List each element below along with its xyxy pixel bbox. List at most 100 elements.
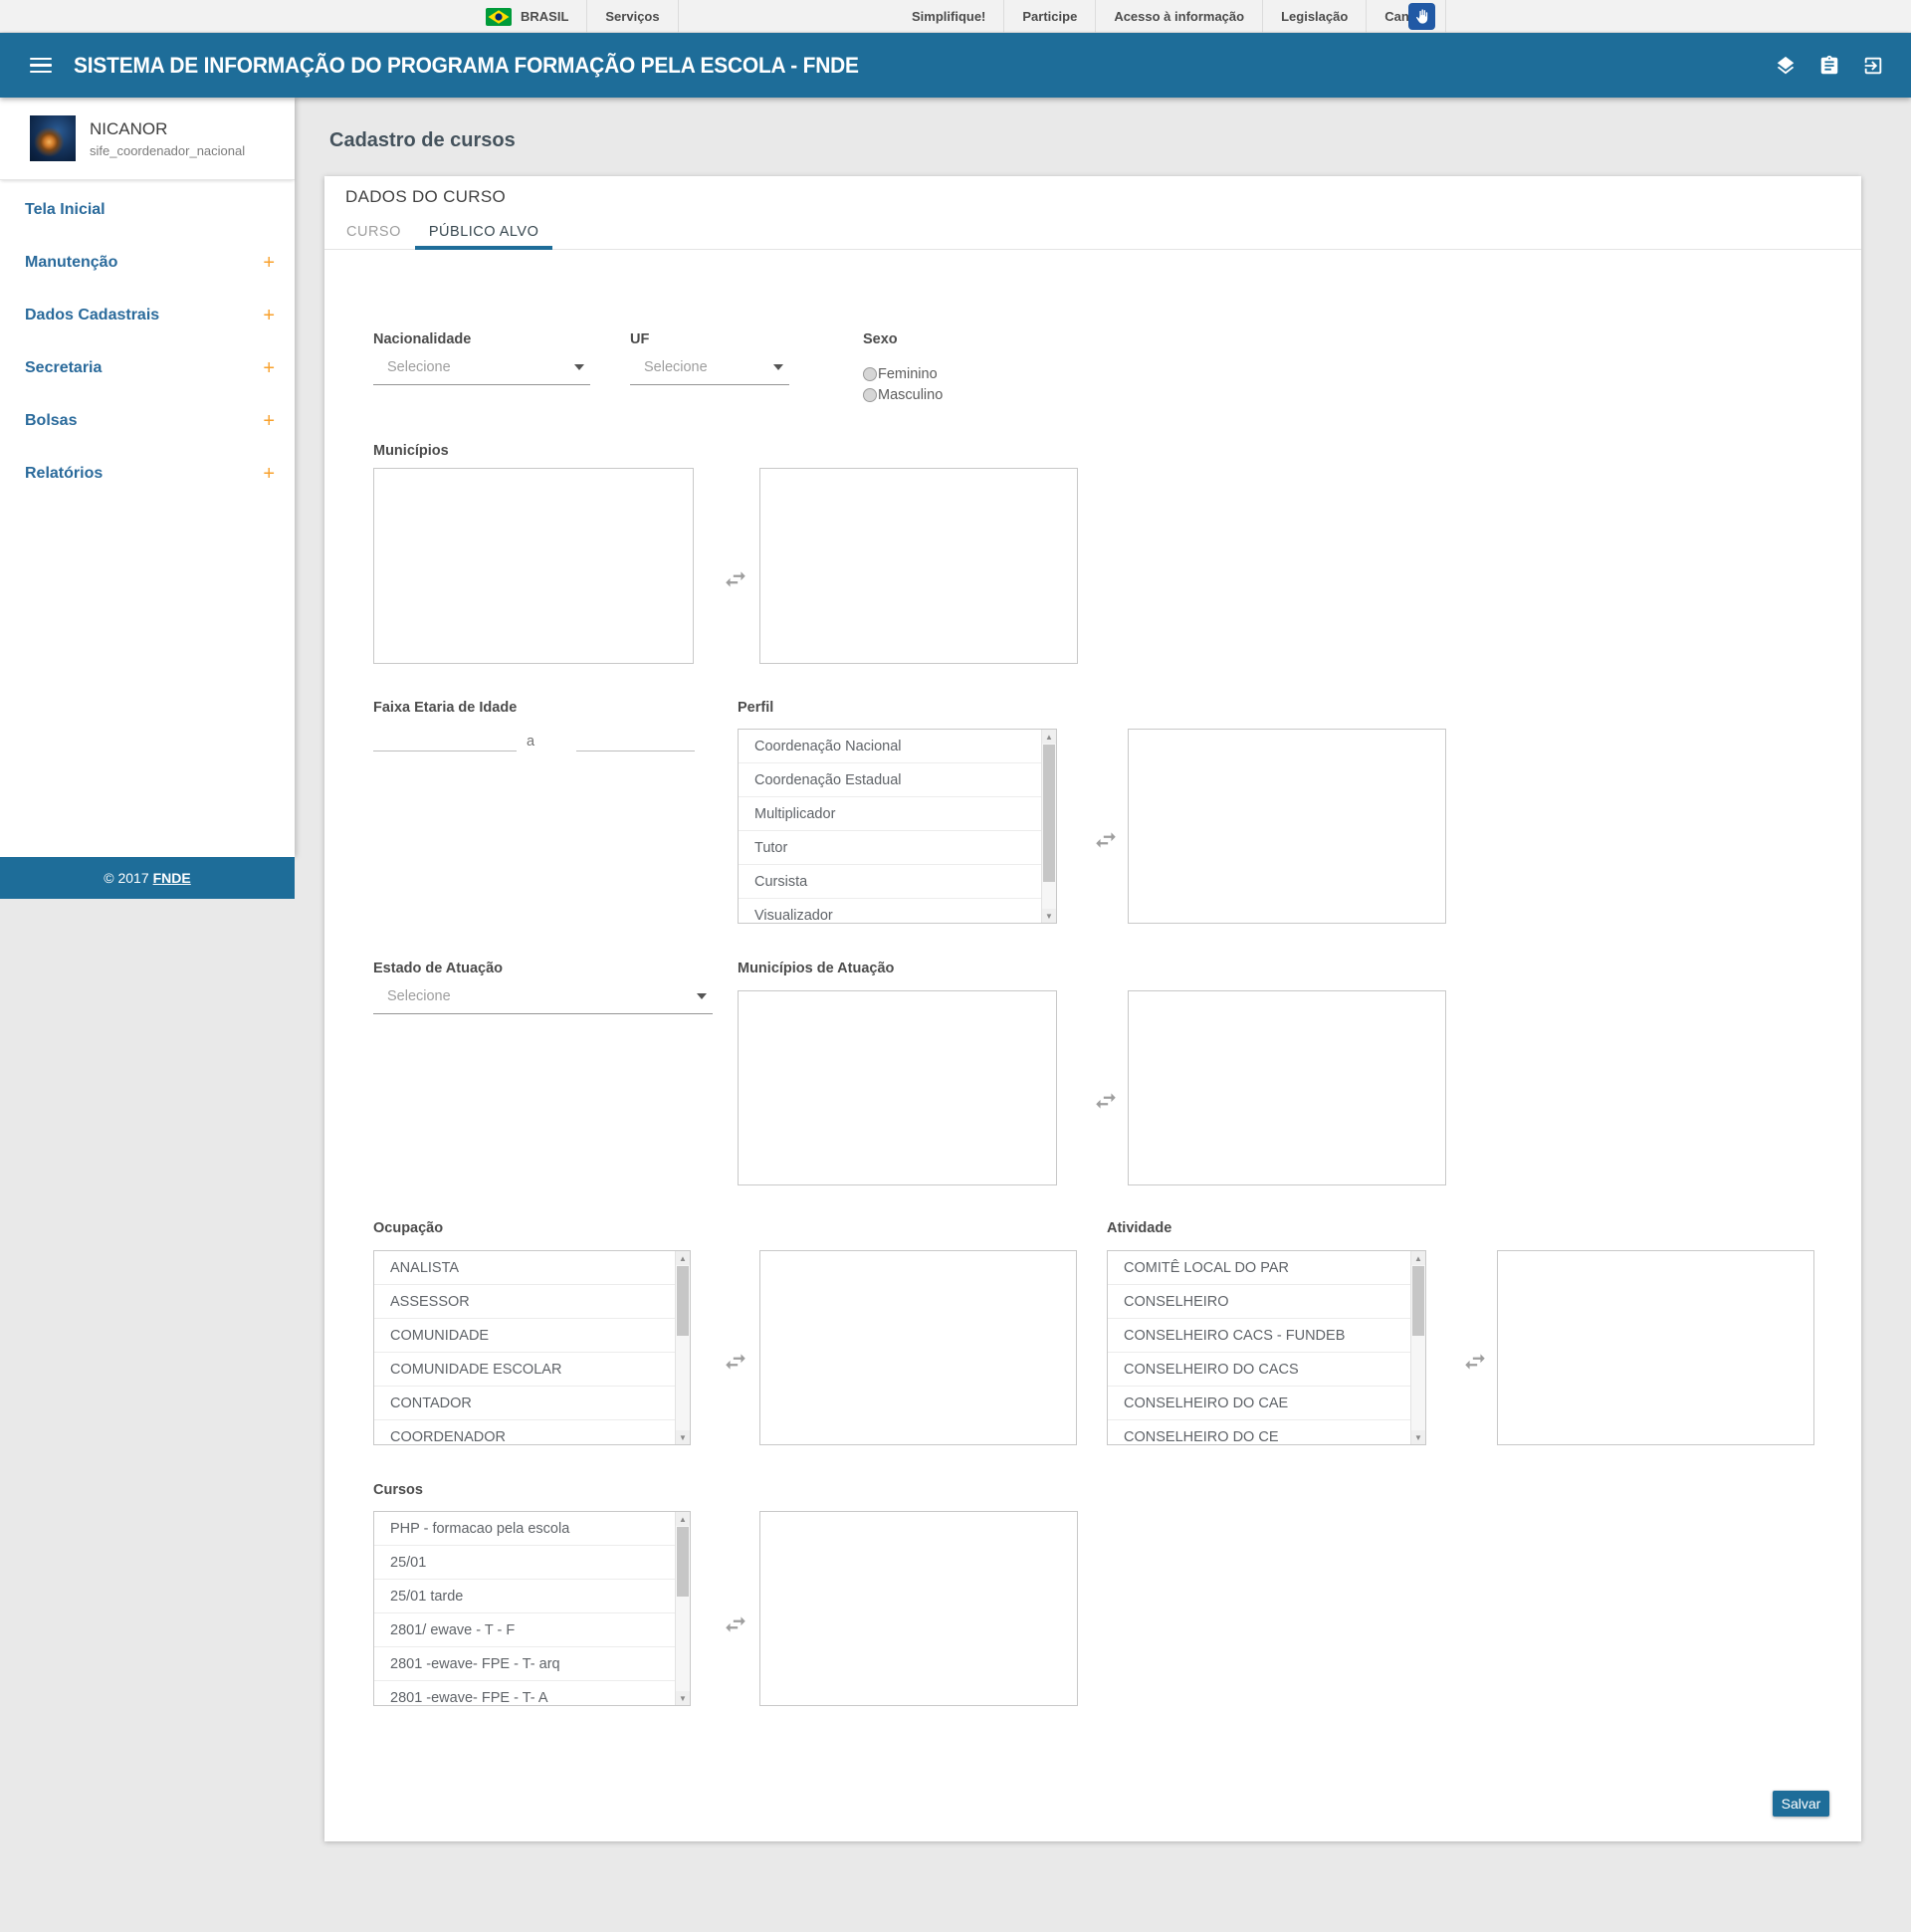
perfil-option[interactable]: Coordenação Nacional (739, 730, 1041, 763)
scroll-up-icon[interactable]: ▲ (1042, 730, 1056, 744)
swap-horiz-icon[interactable] (723, 1349, 748, 1375)
municipios-source-listbox[interactable] (373, 468, 694, 664)
plus-icon[interactable]: + (263, 411, 275, 431)
idade-min-input[interactable] (373, 726, 517, 751)
gov-link[interactable]: Legislação (1263, 0, 1367, 33)
cursos-source-listbox[interactable]: PHP - formacao pela escola25/0125/01 tar… (373, 1511, 691, 1706)
tab-curso[interactable]: CURSO (332, 214, 415, 249)
estado-atuacao-select[interactable]: Selecione (373, 985, 713, 1014)
menu-icon[interactable] (30, 54, 52, 78)
tab-publico-alvo[interactable]: PÚBLICO ALVO (415, 214, 553, 249)
swap-horiz-icon[interactable] (723, 566, 748, 592)
radio-icon[interactable] (863, 367, 877, 381)
ocupacao-option[interactable]: COORDENADOR (374, 1420, 675, 1444)
ocupacao-option[interactable]: COMUNIDADE (374, 1319, 675, 1353)
curso-option[interactable]: 2801 -ewave- FPE - T- A (374, 1681, 675, 1705)
swap-horiz-icon[interactable] (1093, 827, 1119, 853)
user-panel: NICANOR sife_coordenador_nacional (0, 98, 295, 180)
curso-option[interactable]: 2801 -ewave- FPE - T- arq (374, 1647, 675, 1681)
gov-bar: BRASIL Serviços Simplifique! Participe A… (0, 0, 1911, 33)
scroll-thumb[interactable] (677, 1266, 689, 1336)
plus-icon[interactable]: + (263, 253, 275, 273)
ocupacao-target-listbox[interactable] (759, 1250, 1077, 1445)
curso-option[interactable]: 25/01 tarde (374, 1580, 675, 1613)
swap-horiz-icon[interactable] (1093, 1088, 1119, 1114)
sidebar-item[interactable]: Manutenção + (0, 236, 295, 289)
perfil-option[interactable]: Visualizador (739, 899, 1041, 923)
atividade-option[interactable]: CONSELHEIRO CACS - FUNDEB (1108, 1319, 1410, 1353)
fnde-link[interactable]: FNDE (153, 870, 191, 886)
ocupacao-option[interactable]: ASSESSOR (374, 1285, 675, 1319)
uf-select[interactable]: Selecione (630, 356, 789, 385)
sidebar-item[interactable]: Dados Cadastrais + (0, 289, 295, 341)
perfil-source-listbox[interactable]: Coordenação NacionalCoordenação Estadual… (738, 729, 1057, 924)
atividade-option[interactable]: COMITÊ LOCAL DO PAR (1108, 1251, 1410, 1285)
scroll-down-icon[interactable]: ▼ (1411, 1430, 1425, 1444)
scroll-thumb[interactable] (1412, 1266, 1424, 1336)
ocupacao-option[interactable]: COMUNIDADE ESCOLAR (374, 1353, 675, 1387)
vlibras-accessibility-icon[interactable] (1408, 3, 1435, 30)
sidebar-item[interactable]: Secretaria + (0, 341, 295, 394)
perfil-option[interactable]: Coordenação Estadual (739, 763, 1041, 797)
save-button[interactable]: Salvar (1773, 1791, 1829, 1817)
clipboard-icon[interactable] (1818, 55, 1840, 77)
scrollbar[interactable]: ▲ ▼ (675, 1512, 690, 1705)
scroll-down-icon[interactable]: ▼ (1042, 909, 1056, 923)
atividade-target-listbox[interactable] (1497, 1250, 1814, 1445)
atividade-option[interactable]: CONSELHEIRO DO CE (1108, 1420, 1410, 1444)
curso-option[interactable]: 25/01 (374, 1546, 675, 1580)
scrollbar[interactable]: ▲ ▼ (1041, 730, 1056, 923)
gov-link[interactable]: Acesso à informação (1096, 0, 1263, 33)
scroll-up-icon[interactable]: ▲ (676, 1512, 690, 1526)
brasil-gov-link[interactable]: BRASIL (468, 0, 587, 33)
perfil-option[interactable]: Cursista (739, 865, 1041, 899)
swap-horiz-icon[interactable] (1462, 1349, 1488, 1375)
plus-icon[interactable]: + (263, 306, 275, 325)
scroll-down-icon[interactable]: ▼ (676, 1691, 690, 1705)
radio-masculino[interactable]: Masculino (863, 387, 943, 403)
sidebar-item[interactable]: Tela Inicial (0, 183, 295, 236)
plus-icon[interactable]: + (263, 464, 275, 484)
scrollbar[interactable]: ▲ ▼ (1410, 1251, 1425, 1444)
ocupacao-label: Ocupação (373, 1220, 443, 1236)
logout-icon[interactable] (1862, 55, 1884, 77)
atividade-option[interactable]: CONSELHEIRO (1108, 1285, 1410, 1319)
curso-option[interactable]: PHP - formacao pela escola (374, 1512, 675, 1546)
scroll-up-icon[interactable]: ▲ (676, 1251, 690, 1265)
scroll-thumb[interactable] (677, 1527, 689, 1597)
scrollbar[interactable]: ▲ ▼ (675, 1251, 690, 1444)
ocupacao-option[interactable]: CONTADOR (374, 1387, 675, 1420)
layers-icon[interactable] (1775, 55, 1797, 77)
scroll-up-icon[interactable]: ▲ (1411, 1251, 1425, 1265)
nacionalidade-select[interactable]: Selecione (373, 356, 590, 385)
ocupacao-source-listbox[interactable]: ANALISTAASSESSORCOMUNIDADECOMUNIDADE ESC… (373, 1250, 691, 1445)
gov-link[interactable]: Participe (1004, 0, 1096, 33)
sexo-label: Sexo (863, 331, 943, 347)
atividade-source-listbox[interactable]: COMITÊ LOCAL DO PARCONSELHEIROCONSELHEIR… (1107, 1250, 1426, 1445)
gov-link[interactable]: Simplifique! (894, 0, 1004, 33)
scroll-thumb[interactable] (1043, 745, 1055, 882)
swap-horiz-icon[interactable] (723, 1611, 748, 1637)
municipios-atuacao-source-listbox[interactable] (738, 990, 1057, 1185)
sidebar-item[interactable]: Bolsas + (0, 394, 295, 447)
plus-icon[interactable]: + (263, 358, 275, 378)
atividade-option[interactable]: CONSELHEIRO DO CACS (1108, 1353, 1410, 1387)
municipios-target-listbox[interactable] (759, 468, 1078, 664)
atividade-option[interactable]: CONSELHEIRO DO CAE (1108, 1387, 1410, 1420)
ocupacao-option[interactable]: ANALISTA (374, 1251, 675, 1285)
idade-max-input[interactable] (576, 726, 695, 751)
curso-option[interactable]: 2801/ ewave - T - F (374, 1613, 675, 1647)
scroll-down-icon[interactable]: ▼ (676, 1430, 690, 1444)
perfil-option[interactable]: Tutor (739, 831, 1041, 865)
cursos-target-listbox[interactable] (759, 1511, 1078, 1706)
municipios-atuacao-label: Municípios de Atuação (738, 961, 894, 976)
perfil-option[interactable]: Multiplicador (739, 797, 1041, 831)
sidebar-item[interactable]: Relatórios + (0, 447, 295, 500)
radio-feminino[interactable]: Feminino (863, 366, 943, 382)
perfil-target-listbox[interactable] (1128, 729, 1446, 924)
servicos-link[interactable]: Serviços (587, 0, 678, 33)
municipios-atuacao-target-listbox[interactable] (1128, 990, 1446, 1185)
user-role: sife_coordenador_nacional (90, 143, 245, 158)
sidebar: NICANOR sife_coordenador_nacional Tela I… (0, 98, 295, 857)
radio-icon[interactable] (863, 388, 877, 402)
